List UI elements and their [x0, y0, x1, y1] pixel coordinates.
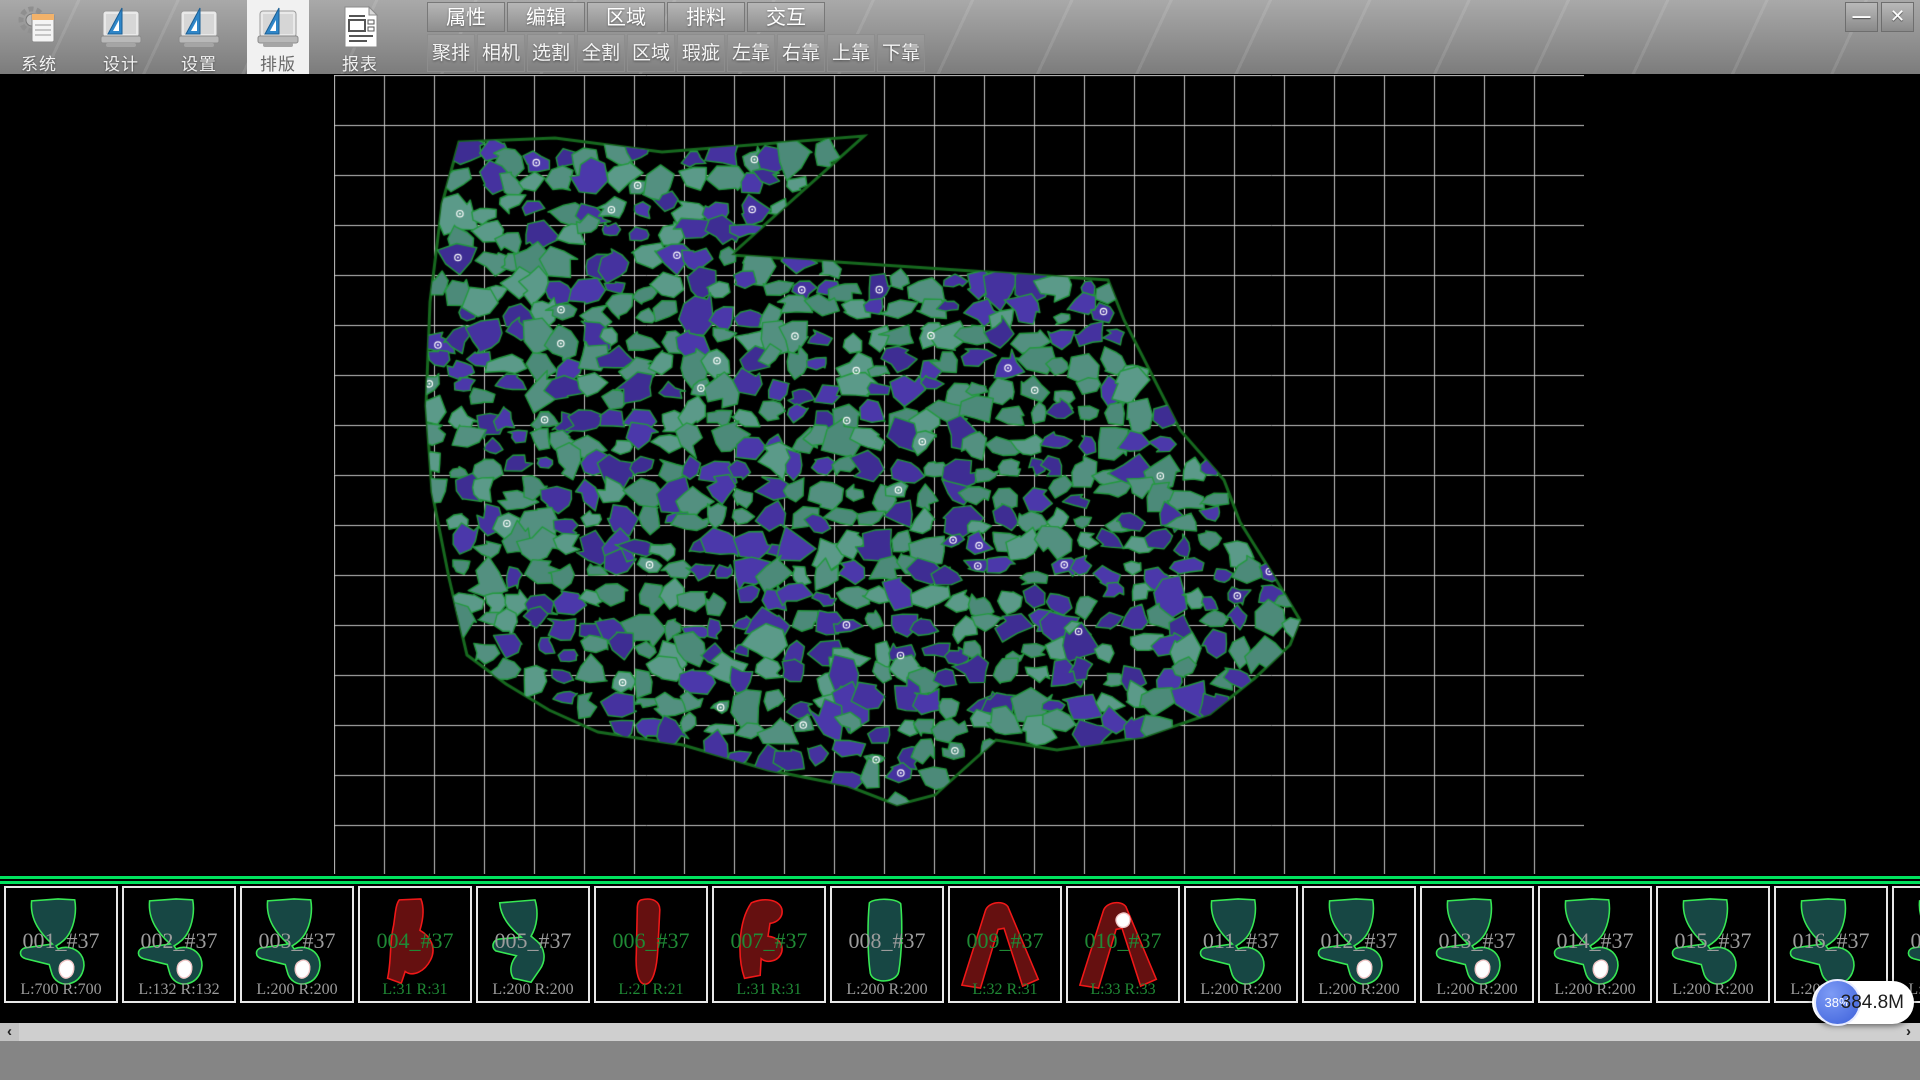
piece-thumbnail-010_#37[interactable]: 010_#37 L:33 R:33	[1066, 886, 1180, 1003]
piece-shape	[838, 890, 936, 998]
piece-shape	[366, 890, 464, 998]
menu-tab-2[interactable]: 编辑	[507, 2, 585, 32]
menu-tab-1[interactable]: 属性	[427, 2, 505, 32]
piece-shape	[956, 890, 1054, 998]
main-button-2[interactable]: 设计	[90, 0, 152, 74]
piece-thumbnail-004_#37[interactable]: 004_#37 L:31 R:31	[358, 886, 472, 1003]
menu-tab-4[interactable]: 排料	[667, 2, 745, 32]
piece-thumbnail-006_#37[interactable]: 006_#37 L:21 R:21	[594, 886, 708, 1003]
action-button-7[interactable]: 左靠	[727, 34, 775, 72]
piece-thumbnail-009_#37[interactable]: 009_#37 L:32 R:31	[948, 886, 1062, 1003]
piece-shape	[248, 890, 346, 998]
action-button-10[interactable]: 下靠	[877, 34, 925, 72]
main-button-label: 报表	[329, 50, 391, 74]
piece-thumbnail-003_#37[interactable]: 003_#37 L:200 R:200	[240, 886, 354, 1003]
action-button-2[interactable]: 相机	[477, 34, 525, 72]
main-button-1[interactable]: 系统	[8, 0, 70, 74]
action-button-1[interactable]: 聚排	[427, 34, 475, 72]
app-window: 系统 设计 设置 排版 报表 属	[0, 0, 1920, 1080]
nesting-canvas[interactable]	[334, 75, 1584, 874]
piece-thumbnail-013_#37[interactable]: 013_#37 L:200 R:200	[1420, 886, 1534, 1003]
bottom-bar	[0, 1041, 1920, 1080]
menu-tab-3[interactable]: 区域	[587, 2, 665, 32]
piece-thumbnail-014_#37[interactable]: 014_#37 L:200 R:200	[1538, 886, 1652, 1003]
toolbar: 系统 设计 设置 排版 报表 属	[0, 0, 1920, 74]
main-button-5[interactable]: 报表	[329, 0, 391, 74]
memory-status-badge: 38% 384.8M	[1812, 981, 1914, 1024]
action-button-5[interactable]: 区域	[627, 34, 675, 72]
piece-shape	[484, 890, 582, 998]
memory-usage-label: 384.8M	[1841, 981, 1904, 1024]
main-button-label: 系统	[8, 50, 70, 74]
minimize-button[interactable]: —	[1845, 2, 1878, 32]
action-button-9[interactable]: 上靠	[827, 34, 875, 72]
action-button-3[interactable]: 选割	[527, 34, 575, 72]
piece-thumbnail-011_#37[interactable]: 011_#37 L:200 R:200	[1184, 886, 1298, 1003]
piece-shape	[602, 890, 700, 998]
piece-thumbnail-012_#37[interactable]: 012_#37 L:200 R:200	[1302, 886, 1416, 1003]
piece-shape	[130, 890, 228, 998]
piece-shape	[1074, 890, 1172, 998]
main-button-label: 设置	[168, 50, 230, 74]
action-button-6[interactable]: 瑕疵	[677, 34, 725, 72]
ruler-icon	[176, 4, 222, 50]
ruler-icon	[98, 4, 144, 50]
piece-thumbnail-007_#37[interactable]: 007_#37 L:31 R:31	[712, 886, 826, 1003]
main-button-3[interactable]: 设置	[168, 0, 230, 74]
ruler-icon	[255, 4, 301, 50]
system-icon	[16, 4, 62, 50]
pieces-thumbnail-strip: 001_#37 L:700 R:700 002_#37 L:132 R:132 …	[0, 886, 1920, 1004]
piece-shape	[1664, 890, 1762, 998]
report-icon	[337, 4, 383, 50]
scroll-left-button[interactable]: ‹	[0, 1023, 19, 1041]
menu-tab-5[interactable]: 交互	[747, 2, 825, 32]
menu-tab-row: 属性编辑区域排料交互	[427, 2, 827, 32]
window-controls: — ✕	[1845, 2, 1914, 32]
piece-shape	[1192, 890, 1290, 998]
piece-thumbnail-002_#37[interactable]: 002_#37 L:132 R:132	[122, 886, 236, 1003]
piece-thumbnail-005_#37[interactable]: 005_#37 L:200 R:200	[476, 886, 590, 1003]
horizontal-scrollbar[interactable]: ‹ ›	[0, 1023, 1920, 1041]
piece-shape	[1428, 890, 1526, 998]
scroll-right-button[interactable]: ›	[1899, 1023, 1918, 1041]
nesting-canvas-area[interactable]	[334, 75, 1584, 874]
main-button-label: 设计	[90, 50, 152, 74]
piece-thumbnail-008_#37[interactable]: 008_#37 L:200 R:200	[830, 886, 944, 1003]
close-button[interactable]: ✕	[1881, 2, 1914, 32]
strip-separator	[0, 876, 1920, 884]
action-button-row: 聚排相机选割全割区域瑕疵左靠右靠上靠下靠	[427, 34, 927, 72]
piece-shape	[1310, 890, 1408, 998]
piece-thumbnail-001_#37[interactable]: 001_#37 L:700 R:700	[4, 886, 118, 1003]
action-button-8[interactable]: 右靠	[777, 34, 825, 72]
piece-shape	[720, 890, 818, 998]
piece-shape	[12, 890, 110, 998]
main-button-4[interactable]: 排版	[247, 0, 309, 74]
piece-shape	[1546, 890, 1644, 998]
main-button-label: 排版	[247, 50, 309, 74]
action-button-4[interactable]: 全割	[577, 34, 625, 72]
piece-thumbnail-015_#37[interactable]: 015_#37 L:200 R:200	[1656, 886, 1770, 1003]
